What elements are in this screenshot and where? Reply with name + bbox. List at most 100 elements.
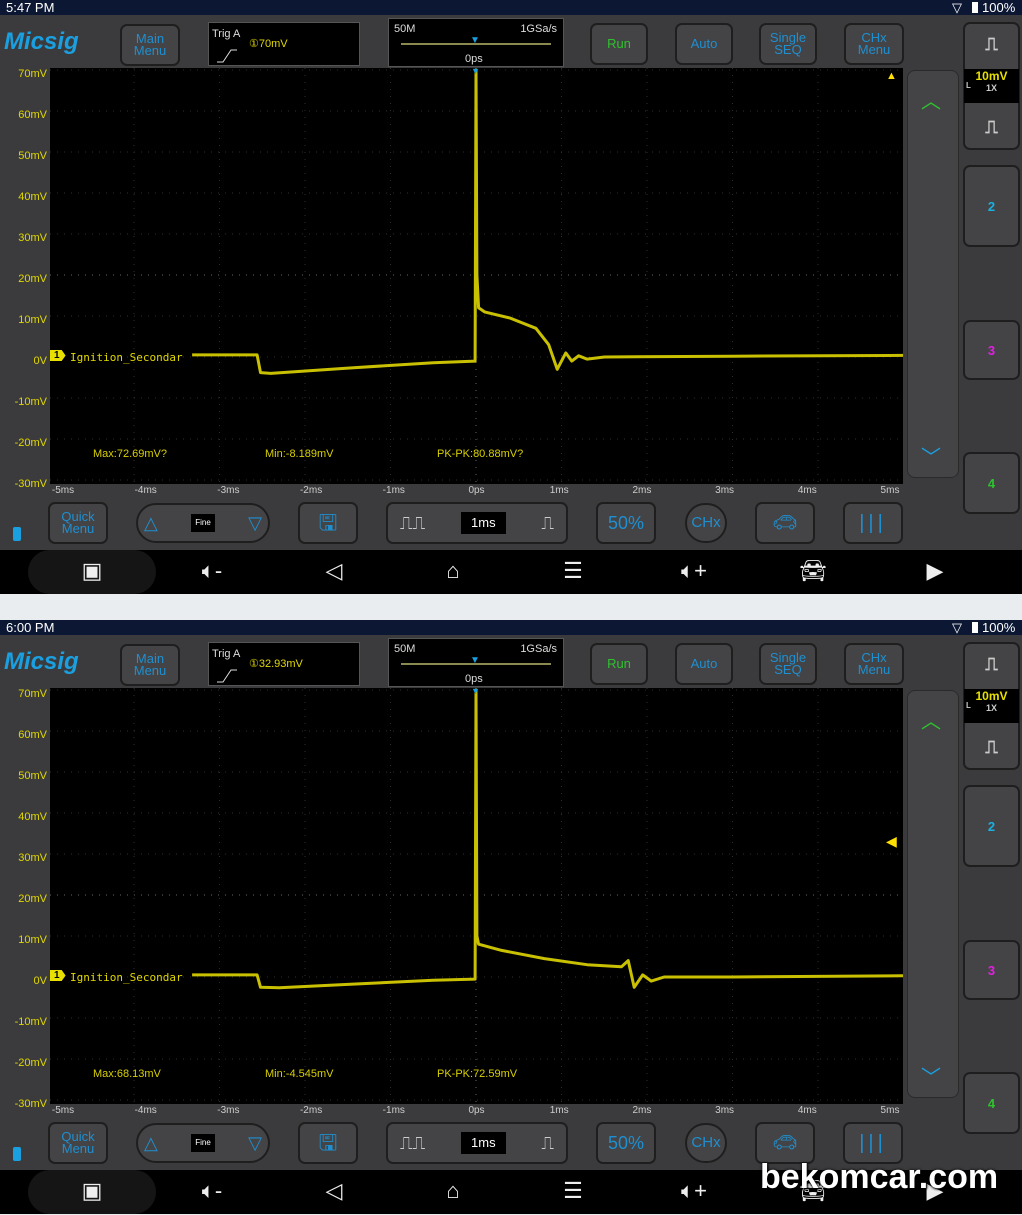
run-button[interactable]: Run <box>590 643 648 685</box>
horizontal-position: 0ps <box>465 53 483 65</box>
sample-rate: 1GSa/s <box>520 23 557 35</box>
screenshot-icon[interactable]: ▣ <box>72 558 112 584</box>
scale-stepper[interactable]: △ Fine ▽ <box>136 1123 270 1163</box>
single-seq-button[interactable]: Single SEQ <box>759 23 817 65</box>
channel2-button[interactable]: 2 <box>963 785 1020 867</box>
main-menu-button[interactable]: Main Menu <box>120 24 180 66</box>
trigger-label: Trig A <box>212 648 241 660</box>
cursor-lines-icon: ||| <box>859 512 887 534</box>
home-icon[interactable]: ⌂ <box>433 558 473 584</box>
waveform-display[interactable] <box>48 688 904 1104</box>
run-button[interactable]: Run <box>590 23 648 65</box>
screenshot-icon[interactable]: ▣ <box>72 1178 112 1204</box>
save-button[interactable]: 🖫 <box>298 1122 358 1164</box>
logo: Micsig <box>4 648 79 675</box>
fine-toggle[interactable]: Fine <box>191 1134 215 1152</box>
wifi-icon: ▽ <box>952 0 962 15</box>
save-button[interactable]: 🖫 <box>298 502 358 544</box>
quick-menu-button[interactable]: Quick Menu <box>48 1122 108 1164</box>
chevron-down-icon[interactable]: ﹀ <box>921 1061 941 1090</box>
chx-button[interactable]: CHx <box>685 1123 727 1163</box>
channel4-button[interactable]: 4 <box>963 1072 1020 1134</box>
status-bar: 6:00 PM ▽ 100% <box>0 620 1022 635</box>
measurement-min: Min:-8.189mV <box>265 448 334 460</box>
trigger-panel[interactable]: Trig A ①32.93mV <box>208 642 360 686</box>
android-nav-bar: ▣ 🔈︎- ◁ ⌂ ☰ 🔈︎+ 🚘︎ ▶ <box>0 550 1022 594</box>
timebase-decrease-icon[interactable]: ⎍⎍ <box>400 514 425 532</box>
fifty-percent-button[interactable]: 50% <box>596 502 656 544</box>
status-bar: 5:47 PM ▽ 100% <box>0 0 1022 15</box>
trigger-level-arrow-icon[interactable]: ▲ <box>886 70 897 82</box>
back-icon[interactable]: ◁ <box>314 558 354 584</box>
cursor-button[interactable]: ||| <box>843 502 903 544</box>
car-icon: 🚗︎ <box>772 1132 798 1154</box>
chx-menu-button[interactable]: CHx Menu <box>844 643 904 685</box>
channel1-button[interactable]: ⎍ 10mV 1X L ⎍ <box>963 642 1020 770</box>
trigger-level-arrow-icon[interactable]: ◀ <box>886 833 897 850</box>
channel3-button[interactable]: 3 <box>963 320 1020 380</box>
chevron-up-icon[interactable]: ︿ <box>921 85 941 114</box>
single-seq-button[interactable]: Single SEQ <box>759 643 817 685</box>
trigger-level: ①32.93mV <box>249 658 303 670</box>
quick-menu-button[interactable]: Quick Menu <box>48 502 108 544</box>
volume-up-icon[interactable]: 🔈︎+ <box>674 1178 714 1204</box>
channel4-button[interactable]: 4 <box>963 452 1020 514</box>
y-axis-label: -30mV <box>14 1098 47 1110</box>
timebase-increase-icon[interactable]: ⎍ <box>541 514 554 532</box>
home-icon[interactable]: ⌂ <box>433 1178 473 1204</box>
menu-icon[interactable]: ☰ <box>553 558 593 584</box>
battery-level: 100% <box>982 620 1016 635</box>
menu-icon[interactable]: ☰ <box>553 1178 593 1204</box>
auto-button[interactable]: Auto <box>675 23 733 65</box>
automotive-button[interactable]: 🚗︎ <box>755 502 815 544</box>
waveform-display[interactable] <box>48 68 904 484</box>
acquisition-panel[interactable]: 50M 1GSa/s ▼ 0ps <box>388 638 564 687</box>
volume-down-icon[interactable]: 🔈︎- <box>192 558 232 584</box>
main-menu-button[interactable]: Main Menu <box>120 644 180 686</box>
car-diagnostic-icon[interactable]: 🚘︎ <box>793 558 833 584</box>
chx-menu-button[interactable]: CHx Menu <box>844 23 904 65</box>
trigger-time-marker-icon[interactable]: ▼ <box>471 66 480 76</box>
x-axis-label: 1ms <box>549 485 569 496</box>
channel1-coupling: L <box>966 81 971 90</box>
logo: Micsig <box>4 28 79 55</box>
channel3-button[interactable]: 3 <box>963 940 1020 1000</box>
trigger-label: Trig A <box>212 28 241 40</box>
fine-toggle[interactable]: Fine <box>191 514 215 532</box>
volume-up-icon[interactable]: 🔈︎+ <box>674 558 714 584</box>
auto-button[interactable]: Auto <box>675 643 733 685</box>
channel2-button[interactable]: 2 <box>963 165 1020 247</box>
scale-down-icon[interactable]: ▽ <box>248 1134 262 1152</box>
vertical-scroll-panel[interactable]: ︿ ﹀ <box>907 70 959 478</box>
scale-up-icon[interactable]: △ <box>144 1134 158 1152</box>
pulse-icon: ⎍ <box>985 34 998 54</box>
y-axis-label: 50mV <box>18 770 47 782</box>
fifty-percent-button[interactable]: 50% <box>596 1122 656 1164</box>
timebase-control[interactable]: ⎍⎍ 1ms ⎍ <box>386 502 568 544</box>
back-icon[interactable]: ◁ <box>314 1178 354 1204</box>
channel1-button[interactable]: ⎍ 10mV 1X L ⎍ <box>963 22 1020 150</box>
clock: 5:47 PM <box>6 0 55 15</box>
timebase-control[interactable]: ⎍⎍ 1ms ⎍ <box>386 1122 568 1164</box>
acquisition-panel[interactable]: 50M 1GSa/s ▼ 0ps <box>388 18 564 67</box>
x-axis-label: -2ms <box>299 485 323 496</box>
volume-down-icon[interactable]: 🔈︎- <box>192 1178 232 1204</box>
battery-icon <box>972 622 978 633</box>
trigger-time-marker-icon[interactable]: ▼ <box>471 686 480 696</box>
scale-stepper[interactable]: △ Fine ▽ <box>136 503 270 543</box>
chevron-down-icon[interactable]: ﹀ <box>921 441 941 470</box>
chevron-up-icon[interactable]: ︿ <box>921 705 941 734</box>
timebase-decrease-icon[interactable]: ⎍⎍ <box>400 1134 425 1152</box>
timebase-increase-icon[interactable]: ⎍ <box>541 1134 554 1152</box>
scale-down-icon[interactable]: ▽ <box>248 514 262 532</box>
memory-depth: 50M <box>394 643 416 655</box>
channel1-probe: 1X <box>985 83 997 93</box>
vertical-scroll-panel[interactable]: ︿ ﹀ <box>907 690 959 1098</box>
y-axis-label: 70mV <box>18 68 47 80</box>
screen-record-icon[interactable]: ▶ <box>915 558 955 584</box>
y-axis-label: -10mV <box>14 1016 47 1028</box>
chx-button[interactable]: CHx <box>685 503 727 543</box>
scale-up-icon[interactable]: △ <box>144 514 158 532</box>
trigger-panel[interactable]: Trig A ①70mV <box>208 22 360 66</box>
x-axis-label: 3ms <box>715 1105 735 1116</box>
